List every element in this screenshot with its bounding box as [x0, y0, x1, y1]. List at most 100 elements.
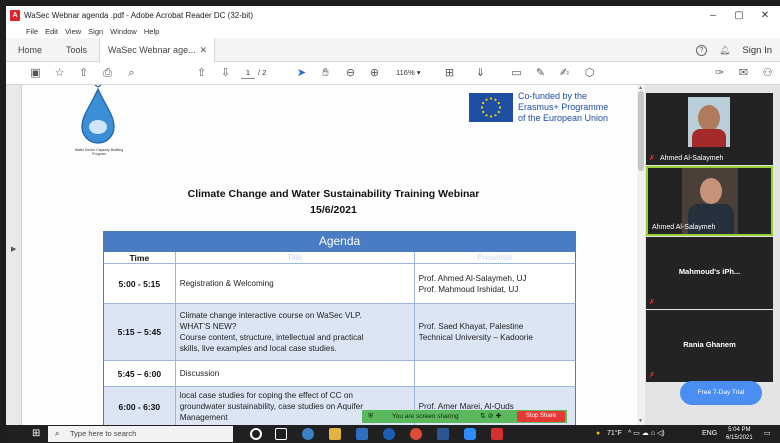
acrobat-taskbar-icon[interactable] [491, 428, 503, 440]
participant-name: Ahmed Al-Salaymeh [660, 155, 724, 162]
header-presenter: Presenter [477, 253, 513, 262]
wasec-logo [81, 85, 115, 144]
cortana-icon[interactable] [250, 428, 262, 440]
fill-sign-icon[interactable]: ✑ [712, 66, 727, 81]
eu-cofunded-text: Co-funded by the Erasmus+ Programme of t… [518, 91, 608, 124]
tab-document[interactable]: WaSec Webnar age... ✕ [99, 37, 216, 62]
maximize-button[interactable]: ▢ [728, 6, 750, 25]
comment-icon[interactable]: ▭ [509, 66, 524, 81]
tab-bar: Home Tools WaSec Webnar age... ✕ ? 🔔︎ Si… [6, 37, 780, 62]
row-title-line: skills, live examples and local case stu… [179, 344, 337, 353]
row-title-line: Course content, structure, intellectual … [179, 333, 364, 342]
row-time: 5:00 - 5:15 [104, 264, 176, 303]
ie-icon[interactable] [383, 428, 395, 440]
star-icon[interactable]: ☆ [52, 66, 67, 81]
zoom-out-icon[interactable]: ⊖ [343, 66, 358, 81]
row-time: 5:15 – 5:45 [104, 304, 176, 360]
menu-view[interactable]: View [65, 27, 81, 36]
menu-bar: File Edit View Sign Window Help [6, 25, 780, 38]
system-clock[interactable]: 5:04 PM 6/15/2021 [726, 426, 753, 442]
share-tag-icon[interactable]: ⬡ [582, 66, 597, 81]
stop-share-button[interactable]: Stop Share [517, 411, 565, 422]
participant-tile-active[interactable]: Ahmed Al-Salaymeh [646, 166, 773, 236]
weather-temp[interactable]: 71°F [607, 427, 622, 441]
input-language[interactable]: ENG [702, 427, 717, 441]
menu-file[interactable]: File [26, 27, 38, 36]
taskbar-search-input[interactable]: ⌕ Type here to search [48, 426, 233, 442]
agenda-table: Agenda Time Title Presenter 5:00 - 5:15 … [103, 231, 576, 425]
upload-icon[interactable]: ⇧ [76, 66, 91, 81]
zoom-in-icon[interactable]: ⊕ [367, 66, 382, 81]
tab-tools[interactable]: Tools [54, 38, 99, 62]
windows-start-icon[interactable]: ⊞ [32, 428, 44, 440]
word-icon[interactable] [437, 428, 449, 440]
row-title-line: Discussion [179, 369, 220, 378]
menu-edit[interactable]: Edit [45, 27, 58, 36]
scroll-down-icon[interactable]: ▼ [638, 418, 643, 424]
navigation-pane-rail[interactable]: ▶ [6, 85, 22, 425]
eu-flag-logo [469, 93, 513, 122]
page-fit-icon[interactable]: ⊞ [442, 66, 457, 81]
task-view-icon[interactable] [275, 428, 287, 440]
select-cursor-icon[interactable]: ➤ [294, 66, 309, 81]
mic-muted-icon: ✗ [649, 299, 655, 306]
close-tab-icon[interactable]: ✕ [199, 38, 207, 62]
expand-pane-icon[interactable]: ▶ [11, 245, 16, 253]
chrome-icon[interactable] [410, 428, 422, 440]
document-scrollbar[interactable]: ▲ ▼ [637, 85, 645, 425]
menu-window[interactable]: Window [110, 27, 137, 36]
participant-tile[interactable]: Mahmoud's iPh... ✗ [646, 237, 773, 309]
minimize-button[interactable]: – [702, 6, 724, 25]
save-icon[interactable]: ▣ [28, 66, 43, 81]
zoom-level-select[interactable]: 116% ▾ [396, 67, 434, 79]
participant-tile[interactable]: ✗ Ahmed Al-Salaymeh [646, 93, 773, 165]
notifications-icon[interactable]: ▭ [764, 427, 771, 441]
screen-sharing-bar: ⛨ You are screen sharing ⇅ ⊘ ✚ Stop Shar… [362, 410, 567, 423]
email-icon[interactable]: ✉ [736, 66, 751, 81]
highlight-pen-icon[interactable]: ✎ [533, 66, 548, 81]
row-presenter [415, 361, 575, 386]
hand-tool-icon[interactable]: ✋︎ [318, 66, 333, 81]
participant-tile[interactable]: Rania Ghanem ✗ [646, 310, 773, 382]
free-trial-button[interactable]: Free 7-Day Trial [680, 381, 762, 405]
prev-page-icon[interactable]: ⇧ [194, 66, 209, 81]
bell-icon[interactable]: 🔔︎ [719, 45, 730, 56]
scrollbar-thumb[interactable] [638, 91, 644, 171]
menu-sign[interactable]: Sign [88, 27, 103, 36]
next-page-icon[interactable]: ⇩ [218, 66, 233, 81]
participant-name: Rania Ghanem [683, 340, 736, 349]
participant-video [688, 97, 730, 147]
add-user-icon[interactable]: ⚇ [760, 66, 775, 81]
header-time: Time [104, 252, 176, 263]
close-button[interactable]: ✕ [754, 6, 776, 25]
edge-icon[interactable] [302, 428, 314, 440]
row-presenter: Prof. Saed Khayat, Palestine Technical U… [415, 304, 575, 360]
scroll-mode-icon[interactable]: ⇓ [473, 66, 488, 81]
help-icon[interactable]: ? [695, 44, 707, 56]
eu-text-line: of the European Union [518, 113, 609, 123]
system-tray-icons[interactable]: ^ ▭ ☁ ⌂ ◁) [628, 427, 665, 441]
file-explorer-icon[interactable] [329, 428, 341, 440]
search-placeholder: Type here to search [70, 429, 137, 438]
row-title: Climate change interactive course on WaS… [176, 304, 415, 360]
tab-home[interactable]: Home [6, 38, 54, 62]
windows-taskbar: ⊞ ⌕ Type here to search ● 71°F ^ ▭ ☁ ⌂ ◁… [0, 425, 780, 443]
mic-muted-icon: ✗ [649, 155, 655, 162]
row-time: 6:00 - 6:30 [104, 387, 176, 425]
row-title-line: local case studies for coping the effect… [179, 391, 353, 400]
share-controls-icon[interactable]: ⇅ ⊘ ✚ [480, 410, 502, 423]
page-number-input[interactable]: 1 [241, 67, 255, 79]
clock-time: 5:04 PM [728, 427, 751, 433]
menu-help[interactable]: Help [144, 27, 159, 36]
row-title-line: Climate change interactive course on WaS… [179, 311, 362, 320]
store-icon[interactable] [356, 428, 368, 440]
sign-icon[interactable]: ✍ [557, 66, 572, 81]
zoom-search-icon[interactable]: ⌕ [124, 66, 139, 81]
weather-icon: ● [596, 430, 601, 437]
row-presenter-line: Prof. Saed Khayat, Palestine [418, 322, 524, 331]
zoom-app-icon[interactable] [464, 428, 476, 440]
sign-in-link[interactable]: Sign In [742, 45, 772, 56]
table-row: 5:00 - 5:15 Registration & Welcoming Pro… [103, 264, 576, 304]
print-icon[interactable]: ⎙ [100, 66, 115, 81]
clock-date: 6/15/2021 [726, 435, 753, 441]
